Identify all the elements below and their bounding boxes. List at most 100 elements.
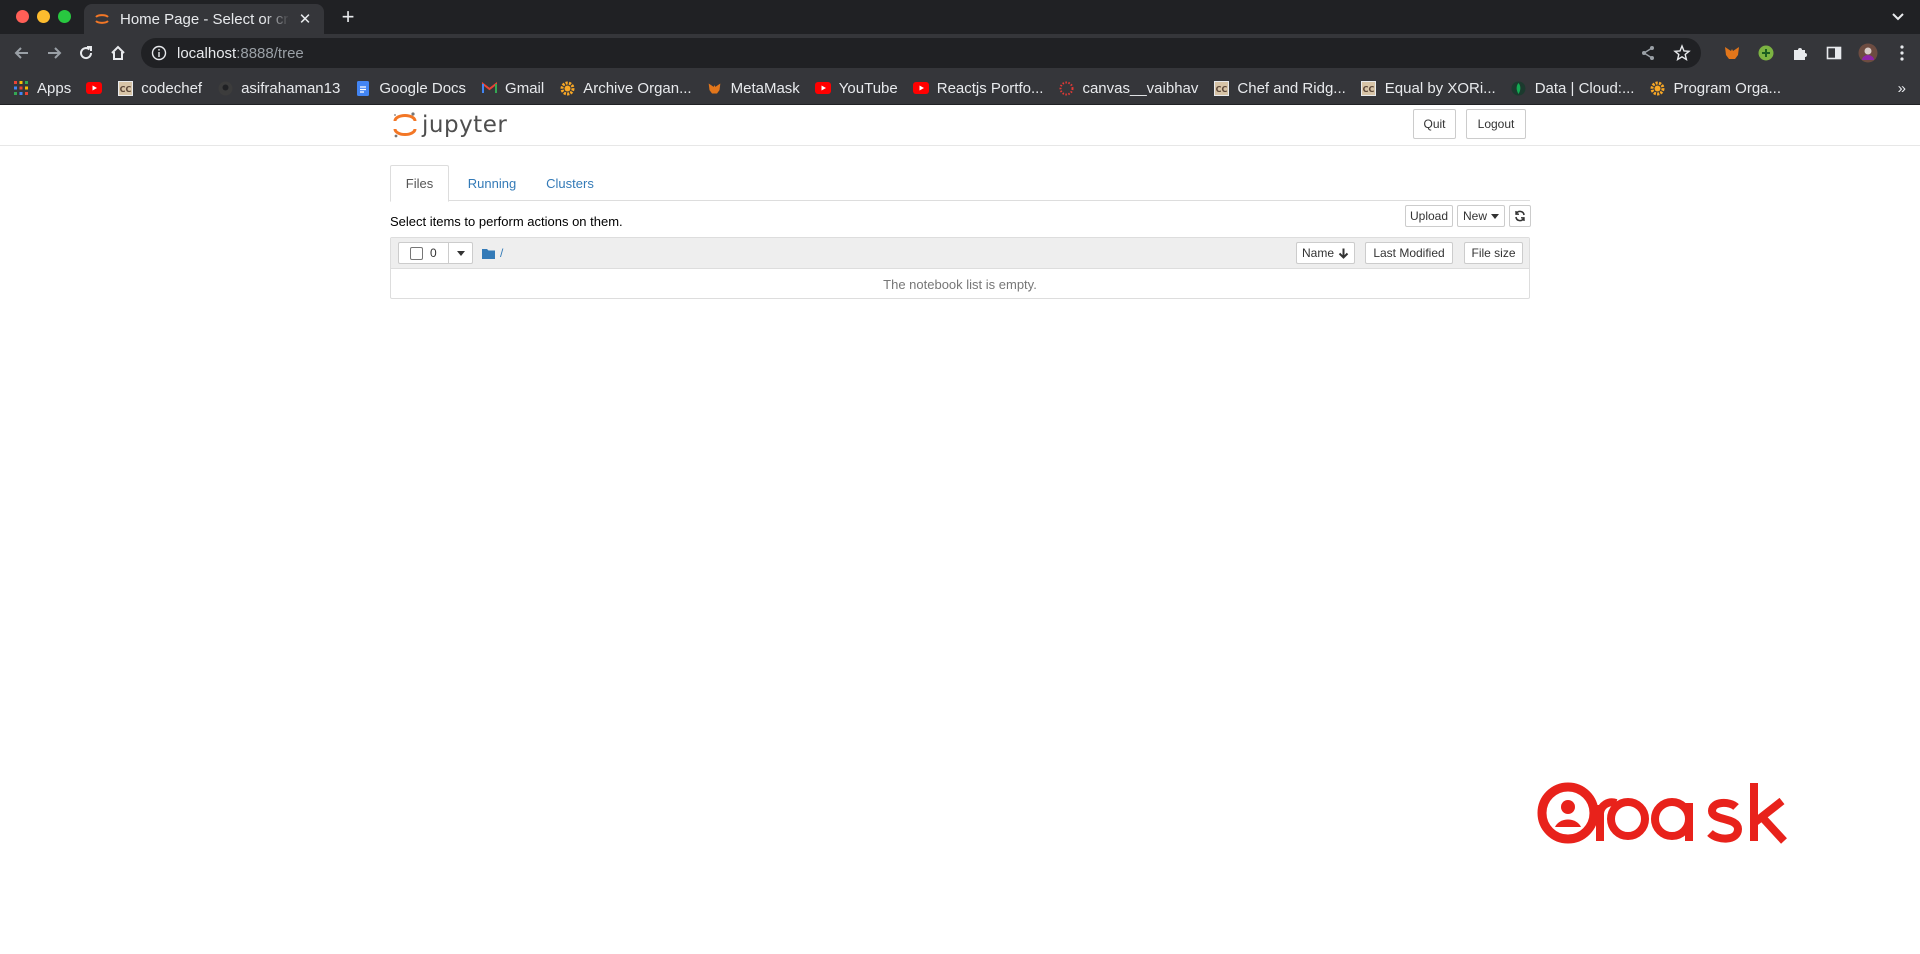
window-minimize-button[interactable] bbox=[37, 10, 50, 23]
notebook-list-header: 0 / Name Last Modified File size bbox=[391, 238, 1529, 269]
svg-text:CC: CC bbox=[1216, 85, 1228, 94]
selected-count: 0 bbox=[430, 246, 437, 260]
jupyter-header: jupyter Quit Logout bbox=[0, 105, 1920, 146]
bookmark-youtube-unnamed[interactable] bbox=[86, 80, 103, 96]
side-panel-icon[interactable] bbox=[1824, 43, 1844, 63]
folder-icon bbox=[482, 248, 495, 259]
select-all-checkbox[interactable]: 0 bbox=[399, 243, 449, 263]
new-button-label: New bbox=[1462, 209, 1487, 223]
bookmark-github[interactable]: asifrahaman13 bbox=[217, 80, 340, 97]
oraask-watermark-logo bbox=[1537, 782, 1787, 844]
sort-name-label: Name bbox=[1301, 246, 1334, 260]
sort-by-name-button[interactable]: Name bbox=[1296, 242, 1355, 264]
bookmark-label: Gmail bbox=[505, 79, 545, 97]
address-bar[interactable]: localhost:8888/tree bbox=[141, 38, 1701, 68]
mongodb-icon bbox=[1511, 80, 1527, 96]
home-button[interactable] bbox=[106, 41, 130, 65]
bookmark-label: canvas__vaibhav bbox=[1082, 79, 1199, 97]
breadcrumb[interactable]: / bbox=[482, 246, 503, 260]
bookmark-program-orga[interactable]: Program Orga... bbox=[1649, 80, 1781, 97]
bookmark-google-docs[interactable]: Google Docs bbox=[355, 80, 466, 97]
arrow-down-icon bbox=[1338, 248, 1349, 259]
canvas-icon bbox=[1058, 80, 1074, 96]
youtube-icon bbox=[814, 80, 831, 96]
bookmarks-bar: Apps CC codechef asifrahaman13 Google Do… bbox=[0, 72, 1920, 105]
address-bar-actions bbox=[1639, 44, 1691, 62]
url-text: localhost:8888/tree bbox=[177, 45, 304, 62]
gear-icon bbox=[1649, 80, 1665, 96]
browser-toolbar: localhost:8888/tree bbox=[0, 34, 1920, 72]
star-bookmark-icon[interactable] bbox=[1673, 44, 1691, 62]
bookmark-data-cloud[interactable]: Data | Cloud:... bbox=[1511, 80, 1634, 97]
sort-by-file-size-button[interactable]: File size bbox=[1464, 242, 1523, 264]
chrome-menu-icon[interactable] bbox=[1892, 43, 1912, 63]
puzzle-extensions-icon[interactable] bbox=[1790, 43, 1810, 63]
arrow-left-icon bbox=[14, 47, 28, 59]
bookmark-label: MetaMask bbox=[730, 79, 800, 97]
url-path: :8888/tree bbox=[236, 44, 304, 62]
bookmark-label: Reactjs Portfo... bbox=[936, 79, 1044, 97]
forward-button[interactable] bbox=[42, 41, 66, 65]
svg-text:CC: CC bbox=[119, 85, 131, 94]
bookmark-label: Equal by XORi... bbox=[1384, 79, 1496, 97]
bookmark-youtube[interactable]: YouTube bbox=[814, 80, 898, 97]
profile-avatar[interactable] bbox=[1858, 43, 1878, 63]
codechef-icon: CC bbox=[1213, 80, 1229, 96]
window-close-button[interactable] bbox=[16, 10, 29, 23]
upload-button[interactable]: Upload bbox=[1405, 205, 1453, 227]
bookmark-label: codechef bbox=[141, 79, 203, 97]
share-icon[interactable] bbox=[1639, 44, 1657, 62]
bookmark-apps[interactable]: Apps bbox=[13, 80, 71, 97]
tab-files[interactable]: Files bbox=[390, 165, 449, 202]
gmail-icon bbox=[481, 80, 497, 96]
caret-down-icon bbox=[1491, 213, 1499, 219]
back-button[interactable] bbox=[10, 41, 34, 65]
browser-tab-active[interactable]: Home Page - Select or create a notebook … bbox=[84, 4, 324, 34]
logout-button[interactable]: Logout bbox=[1466, 109, 1526, 139]
select-all-group: 0 bbox=[398, 242, 473, 264]
bookmark-label: Archive Organ... bbox=[583, 79, 692, 97]
bookmark-label: Program Orga... bbox=[1673, 79, 1782, 97]
home-icon bbox=[111, 45, 125, 60]
tab-close-icon[interactable]: ✕ bbox=[296, 10, 314, 28]
bookmark-codechef[interactable]: CC codechef bbox=[117, 80, 202, 97]
bookmark-chef-and-ridg[interactable]: CC Chef and Ridg... bbox=[1213, 80, 1346, 97]
tab-search-chevron-icon[interactable] bbox=[1890, 8, 1906, 24]
breadcrumb-root: / bbox=[500, 246, 504, 260]
bookmark-metamask[interactable]: MetaMask bbox=[707, 80, 800, 97]
green-extension-icon[interactable] bbox=[1756, 43, 1776, 63]
tab-clusters[interactable]: Clusters bbox=[533, 165, 607, 201]
jupyter-tabs: Files Running Clusters bbox=[390, 165, 1530, 202]
tab-running[interactable]: Running bbox=[459, 165, 525, 201]
bookmarks-overflow-button[interactable]: » bbox=[1898, 80, 1906, 97]
youtube-icon bbox=[86, 80, 103, 96]
refresh-icon bbox=[1515, 210, 1525, 222]
codechef-icon: CC bbox=[1361, 80, 1377, 96]
select-menu-dropdown[interactable] bbox=[449, 243, 472, 263]
refresh-button[interactable] bbox=[1509, 205, 1531, 227]
new-dropdown-button[interactable]: New bbox=[1457, 205, 1505, 227]
svg-text:CC: CC bbox=[1363, 85, 1375, 94]
bookmark-equal-by-xori[interactable]: CC Equal by XORi... bbox=[1361, 80, 1496, 97]
quit-button[interactable]: Quit bbox=[1413, 109, 1456, 139]
info-icon[interactable] bbox=[151, 45, 167, 61]
github-icon bbox=[217, 80, 233, 96]
bookmark-gmail[interactable]: Gmail bbox=[481, 80, 544, 97]
bookmark-label: Google Docs bbox=[379, 79, 467, 97]
sort-by-last-modified-button[interactable]: Last Modified bbox=[1365, 242, 1453, 264]
window-maximize-button[interactable] bbox=[58, 10, 71, 23]
jupyter-logo[interactable]: jupyter bbox=[392, 111, 507, 139]
jupyter-page: jupyter Quit Logout Files Running Cluste… bbox=[0, 105, 1920, 954]
metamask-extension-icon[interactable] bbox=[1722, 43, 1742, 63]
bookmark-reactjs-portfolio[interactable]: Reactjs Portfo... bbox=[912, 79, 1044, 97]
apps-grid-icon bbox=[13, 80, 29, 96]
google-docs-icon bbox=[355, 80, 371, 96]
new-tab-button[interactable]: + bbox=[336, 5, 360, 29]
bookmark-canvas[interactable]: canvas__vaibhav bbox=[1058, 80, 1198, 97]
reload-icon bbox=[80, 46, 93, 60]
checkbox-box bbox=[410, 246, 423, 260]
bookmark-label: asifrahaman13 bbox=[241, 79, 341, 97]
reload-button[interactable] bbox=[74, 41, 98, 65]
bookmark-archive-organ[interactable]: Archive Organ... bbox=[559, 79, 692, 97]
youtube-icon bbox=[912, 80, 929, 96]
